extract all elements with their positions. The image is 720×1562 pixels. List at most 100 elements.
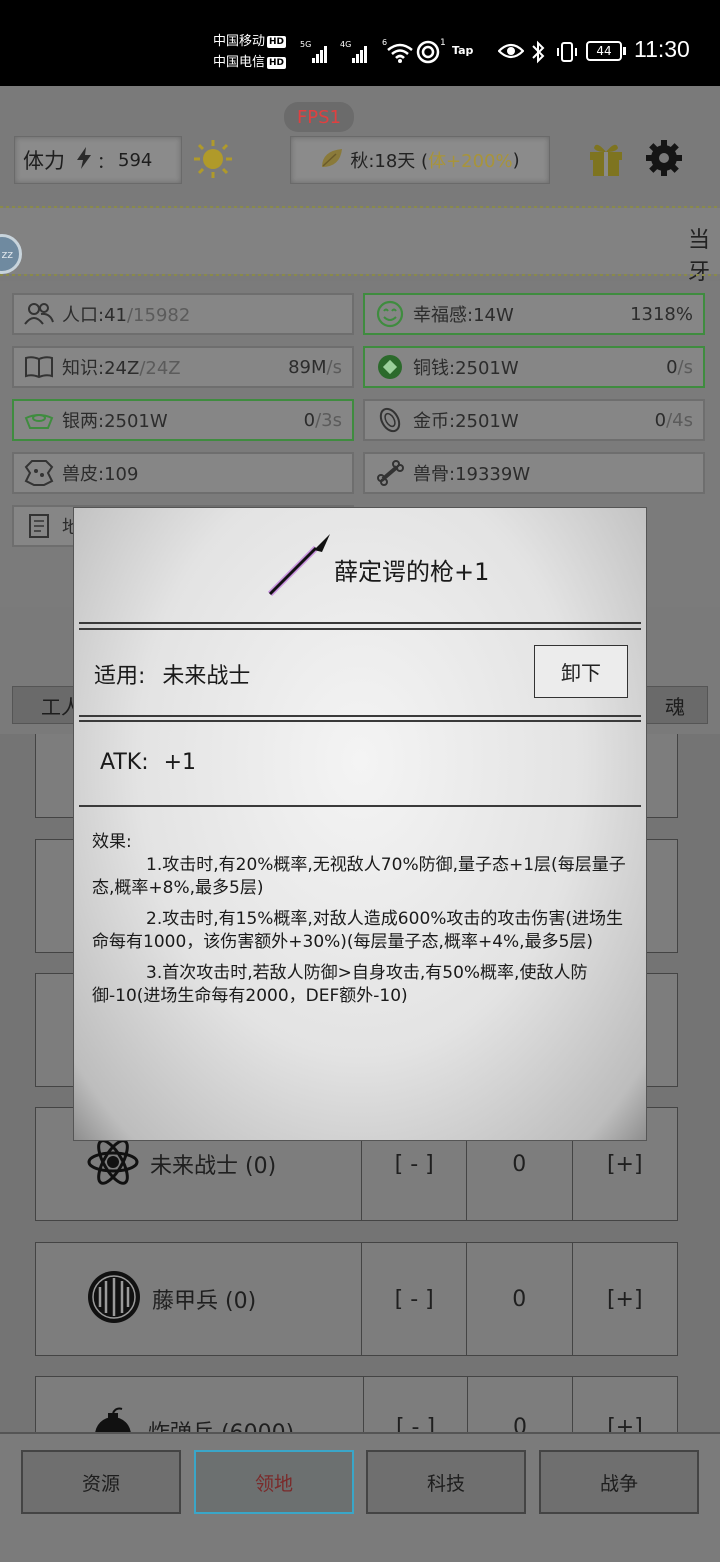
unit-info: 藤甲兵 (0) bbox=[36, 1243, 361, 1355]
decrease-button[interactable]: [ - ] bbox=[363, 1377, 467, 1436]
gold-coins-icon bbox=[373, 405, 407, 435]
atk-label: ATK: bbox=[100, 750, 149, 775]
population-label: 人口:41 bbox=[62, 305, 127, 326]
copper-stat: 铜钱:2501W 0/s bbox=[363, 346, 705, 388]
coin-icon bbox=[373, 352, 407, 382]
atk-value: +1 bbox=[163, 750, 197, 775]
unit-count: 0 bbox=[467, 1377, 572, 1436]
marquee-strip: 当牙 bbox=[0, 208, 720, 285]
increase-button[interactable]: [+] bbox=[571, 1243, 678, 1355]
copper-rate: 0 bbox=[666, 356, 678, 378]
nav-territory-label: 领地 bbox=[254, 1472, 293, 1495]
gold-label: 金币:2501W bbox=[413, 411, 519, 432]
item-title: 薛定谔的枪+1 bbox=[334, 558, 490, 586]
leaf-icon bbox=[320, 147, 344, 174]
tap-label: Tap bbox=[452, 44, 474, 57]
silver-rate: 0 bbox=[303, 409, 316, 431]
knowledge-unit: /s bbox=[326, 356, 342, 378]
silver-unit: /3s bbox=[315, 409, 342, 431]
nav-territory[interactable]: 领地 bbox=[194, 1450, 354, 1514]
hd-badge: HD bbox=[267, 35, 287, 48]
nav-war-label: 战争 bbox=[599, 1472, 638, 1495]
marquee-text: 当牙 bbox=[688, 228, 711, 285]
gold-rate: 0 bbox=[654, 409, 667, 431]
atom-icon bbox=[86, 1135, 140, 1193]
increase-button[interactable]: [+] bbox=[572, 1377, 677, 1436]
unit-name: 未来战士 (0) bbox=[150, 1154, 277, 1179]
nfc-icon: 1 bbox=[416, 38, 446, 64]
unit-count: 0 bbox=[465, 1243, 572, 1355]
stamina-label: 体力 bbox=[23, 149, 65, 173]
decrease-button[interactable]: [ - ] bbox=[361, 1243, 466, 1355]
carrier-2: 中国电信 HD bbox=[213, 53, 287, 73]
smile-icon bbox=[373, 299, 407, 329]
sun-icon bbox=[192, 138, 234, 184]
wifi-icon: 6 bbox=[382, 38, 413, 64]
season-box: 秋:18天 (体+200%) bbox=[290, 136, 550, 184]
spear-icon bbox=[264, 530, 334, 604]
hide-stat: 兽皮:109 bbox=[12, 452, 354, 494]
applies-value: 未来战士 bbox=[162, 664, 251, 689]
effect-section: 效果: 1.攻击时,有20%概率,无视敌人70%防御,量子态+1层(每层量子态,… bbox=[92, 831, 632, 1008]
season-close: ) bbox=[512, 149, 520, 171]
vibrate-icon bbox=[555, 40, 579, 68]
marquee-bottom-border bbox=[0, 274, 720, 276]
gold-unit: /4s bbox=[666, 409, 693, 431]
gear-icon[interactable] bbox=[644, 138, 684, 182]
ingot-icon bbox=[22, 405, 56, 435]
item-detail-dialog: 薛定谔的枪+1 适用: 未来战士 卸下 ATK: +1 效果: 1.攻击时,有2… bbox=[73, 507, 647, 1141]
nav-technology[interactable]: 科技 bbox=[366, 1450, 526, 1514]
increase-label: [+] bbox=[606, 1151, 643, 1177]
signal-label: 4G bbox=[340, 40, 352, 49]
people-icon bbox=[22, 299, 56, 329]
silver-stat: 银两:2501W 0/3s bbox=[12, 399, 354, 441]
knowledge-rate: 89M bbox=[288, 356, 327, 378]
clock: 11:30 bbox=[634, 36, 690, 62]
stamina-box: 体力 ： 594 bbox=[14, 136, 182, 184]
effect-title: 效果: bbox=[92, 832, 132, 852]
effect-1: 1.攻击时,有20%概率,无视敌人70%防御,量子态+1层(每层量子态,概率+8… bbox=[92, 855, 626, 898]
nav-war[interactable]: 战争 bbox=[539, 1450, 699, 1514]
divider bbox=[79, 628, 641, 630]
happiness-label: 幸福感:14W bbox=[413, 305, 514, 326]
count-value: 0 bbox=[512, 1286, 527, 1312]
carrier-1-name: 中国移动 bbox=[213, 34, 266, 49]
bluetooth-icon bbox=[530, 40, 546, 68]
applies-label: 适用: bbox=[94, 664, 146, 689]
applies-row: 适用: 未来战士 bbox=[94, 658, 250, 690]
gift-icon[interactable] bbox=[586, 138, 626, 182]
nav-resources-label: 资源 bbox=[81, 1472, 120, 1495]
knowledge-label: 知识:24Z bbox=[62, 358, 140, 379]
hd-badge: HD bbox=[267, 56, 287, 69]
copper-unit: /s bbox=[677, 356, 693, 378]
unequip-label: 卸下 bbox=[561, 661, 601, 685]
signal-label: 5G bbox=[300, 40, 312, 49]
tab-soul-label: 魂 bbox=[665, 694, 685, 719]
decrease-label: [ - ] bbox=[394, 1286, 434, 1312]
silver-label: 银两:2501W bbox=[62, 411, 168, 432]
effect-2: 2.攻击时,有15%概率,对敌人造成600%攻击的攻击伤害(进场生命每有1000… bbox=[92, 909, 624, 952]
bone-label: 兽骨:19339W bbox=[413, 464, 531, 485]
decrease-label: [ - ] bbox=[394, 1151, 434, 1177]
divider bbox=[79, 622, 641, 624]
divider bbox=[79, 805, 641, 807]
happiness-stat: 幸福感:14W 1318% bbox=[363, 293, 705, 335]
eye-icon bbox=[497, 41, 525, 65]
happiness-pct: 1318% bbox=[630, 303, 693, 325]
unequip-button[interactable]: 卸下 bbox=[534, 645, 628, 698]
fps-counter: FPS1 bbox=[284, 102, 354, 132]
season-text: 秋:18天 ( bbox=[350, 151, 429, 172]
nfc-label: 1 bbox=[440, 38, 446, 48]
bone-icon bbox=[373, 458, 407, 488]
bone-stat: 兽骨:19339W bbox=[363, 452, 705, 494]
nav-resources[interactable]: 资源 bbox=[21, 1450, 181, 1514]
carrier-1: 中国移动 HD bbox=[213, 32, 287, 52]
season-bonus: 体+200% bbox=[428, 151, 513, 172]
scroll-icon bbox=[22, 511, 56, 541]
list-item: 藤甲兵 (0) [ - ] 0 [+] bbox=[35, 1242, 678, 1356]
increase-label: [+] bbox=[606, 1286, 643, 1312]
hide-icon bbox=[22, 458, 56, 488]
shield-icon bbox=[86, 1269, 142, 1329]
population-stat: 人口:41/15982 bbox=[12, 293, 354, 335]
knowledge-stat: 知识:24Z/24Z 89M/s bbox=[12, 346, 354, 388]
